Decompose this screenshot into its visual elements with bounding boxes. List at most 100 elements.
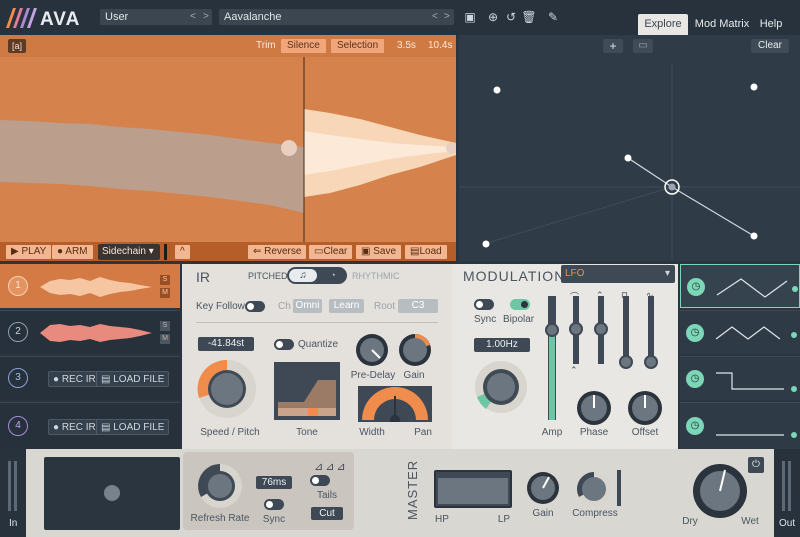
tone-control[interactable] [274, 362, 340, 420]
explore-xy-panel[interactable] [459, 35, 800, 261]
collapse-button[interactable]: ^ [175, 245, 190, 259]
slot-4[interactable]: 4 ● REC IR ▤ LOAD FILE [0, 402, 180, 449]
rate-value[interactable]: 1.00Hz [474, 338, 530, 352]
mode-toggle[interactable]: ♫ ◔ [287, 267, 347, 284]
pitch-value[interactable]: -41.84st [198, 337, 254, 351]
load-file-button[interactable]: ▤ LOAD FILE [96, 371, 170, 387]
music-note-icon: ♫ [289, 269, 317, 282]
solo-button[interactable]: S [160, 275, 170, 285]
reverse-button[interactable]: ⇐ Reverse [248, 245, 307, 259]
solo-button[interactable]: S [160, 321, 170, 331]
bipolar-label: Bipolar [503, 314, 535, 325]
triangle-shape-slider[interactable] [594, 296, 608, 364]
bank-next-icon[interactable]: > [203, 11, 209, 22]
zoom-button[interactable]: [a] [8, 39, 27, 53]
refresh-rate-knob[interactable] [196, 462, 244, 510]
gain-knob[interactable] [398, 333, 432, 367]
preset-selector[interactable]: Aavalanche [219, 9, 454, 25]
rec-ir-label: REC IR [61, 374, 96, 385]
settings-icon[interactable]: ✎ [545, 9, 561, 25]
play-button[interactable]: ▶ PLAY [6, 245, 52, 259]
add-point-button[interactable]: + [603, 39, 623, 53]
key-follow-toggle[interactable] [245, 301, 265, 312]
selection-button[interactable]: Selection [331, 39, 385, 53]
load-button[interactable]: ▤Load [405, 245, 447, 259]
slot-1[interactable]: 1 S M [0, 264, 180, 308]
power-icon[interactable]: ⏻ [748, 457, 764, 473]
new-preset-icon[interactable]: ⊕ [485, 9, 501, 25]
arm-button[interactable]: ● ARM [52, 245, 93, 259]
bank-prev-icon[interactable]: < [190, 11, 196, 22]
hp-label: HP [435, 514, 449, 525]
preset-next-icon[interactable]: > [444, 11, 450, 22]
predelay-knob[interactable] [355, 333, 389, 367]
time-value[interactable]: 76ms [256, 476, 292, 489]
offset-label: Offset [631, 427, 659, 438]
quantize-toggle[interactable] [274, 339, 294, 350]
lfo-4[interactable]: ◷ [680, 402, 800, 449]
lfo-icon: ◷ [686, 417, 704, 435]
amp-slider[interactable] [545, 296, 559, 420]
mute-button[interactable]: M [160, 334, 170, 344]
waveform[interactable] [0, 35, 456, 261]
speed-pitch-knob[interactable] [196, 358, 258, 420]
dry-wet-knob[interactable] [691, 462, 749, 520]
slot-2[interactable]: 2 S M [0, 310, 180, 354]
rec-ir-button[interactable]: ● REC IR [48, 371, 101, 387]
delete-point-icon[interactable]: ▭ [633, 39, 653, 53]
save-icon[interactable]: ▣ [462, 9, 478, 25]
cut-button[interactable]: Cut [311, 507, 343, 520]
scope-display[interactable] [44, 457, 180, 530]
clear-button[interactable]: ▭Clear [309, 245, 353, 259]
learn-button[interactable]: Learn [329, 299, 364, 313]
lfo-1[interactable]: ◷ [680, 264, 800, 308]
phase-knob[interactable] [576, 390, 612, 426]
slot-waveform [40, 324, 152, 342]
channel-select[interactable]: Omni [293, 299, 322, 313]
xy-clear-button[interactable]: Clear [751, 39, 789, 53]
tab-explore[interactable]: Explore [638, 14, 688, 35]
rec-ir-button[interactable]: ● REC IR [48, 419, 101, 435]
mod-source-dropdown[interactable]: LFO ▾ [561, 265, 675, 283]
slot-number: 3 [8, 368, 28, 388]
lfo-2[interactable]: ◷ [680, 310, 800, 354]
sine-shape-slider[interactable] [569, 296, 583, 364]
tab-mod-matrix[interactable]: Mod Matrix [692, 14, 752, 35]
hp-lp-filter[interactable] [434, 470, 512, 508]
speed-pitch-label: Speed / Pitch [200, 427, 260, 438]
gain-label: Gain [403, 370, 425, 381]
preset-prev-icon[interactable]: < [432, 11, 438, 22]
compress-label: Compress [572, 508, 618, 519]
tab-help[interactable]: Help [756, 14, 786, 35]
save-button[interactable]: ▣ Save [356, 245, 402, 259]
tails-label: Tails [316, 490, 337, 501]
ava-logo: AVA [6, 8, 79, 30]
square-shape-slider[interactable] [619, 296, 633, 369]
bipolar-toggle[interactable] [510, 299, 530, 310]
source-dropdown[interactable]: Sidechain ▾ [98, 244, 160, 260]
sync-toggle[interactable] [264, 499, 284, 510]
lfo-3[interactable]: ◷ [680, 356, 800, 400]
root-select[interactable]: C3 [398, 299, 438, 313]
tails-toggle[interactable] [310, 475, 330, 486]
width-pan-control[interactable] [358, 386, 432, 422]
rate-knob[interactable] [470, 359, 532, 413]
sync-toggle[interactable] [474, 299, 494, 310]
master-gain-knob[interactable] [526, 471, 560, 505]
undo-icon[interactable]: ↺ [503, 9, 519, 25]
divider [196, 322, 438, 323]
offset-knob[interactable] [627, 390, 663, 426]
xy-pad[interactable] [459, 35, 800, 261]
width-label: Width [359, 427, 385, 438]
saw-shape-slider[interactable] [644, 296, 658, 369]
delete-icon[interactable]: 🗑 [521, 9, 537, 25]
load-file-button[interactable]: ▤ LOAD FILE [96, 419, 170, 435]
mute-button[interactable]: M [160, 288, 170, 298]
waveform-panel[interactable] [0, 35, 456, 261]
bank-name: User [105, 11, 129, 23]
compress-knob[interactable] [576, 471, 612, 507]
silence-button[interactable]: Silence [281, 39, 326, 53]
slot-3[interactable]: 3 ● REC IR ▤ LOAD FILE [0, 356, 180, 400]
amp-label: Amp [541, 427, 563, 438]
random-wave-icon: ∿ [646, 290, 654, 300]
